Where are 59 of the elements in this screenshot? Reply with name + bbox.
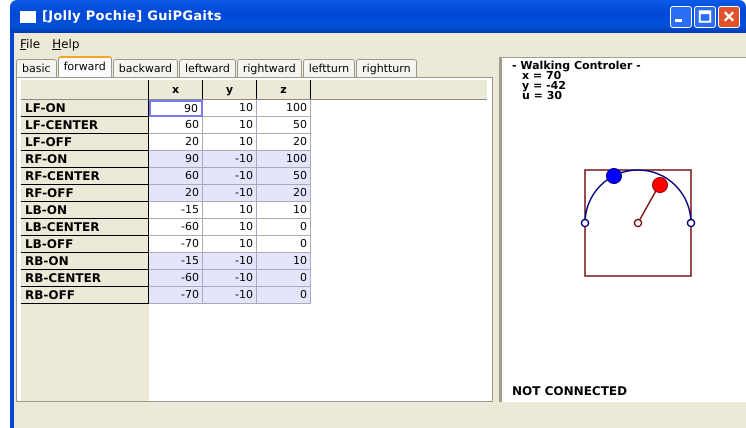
column-header: z xyxy=(257,80,311,99)
maximize-button[interactable] xyxy=(694,6,716,28)
table-cell[interactable]: 10 xyxy=(203,117,257,134)
table-cell[interactable]: -70 xyxy=(149,236,203,253)
table-cell[interactable]: -15 xyxy=(149,202,203,219)
table-cell[interactable]: 90 xyxy=(149,100,203,117)
table-cell[interactable]: 0 xyxy=(257,219,311,236)
tab[interactable]: forward xyxy=(58,56,112,77)
table-cell[interactable]: 0 xyxy=(257,287,311,304)
table-cell[interactable]: 10 xyxy=(203,236,257,253)
tab[interactable]: leftturn xyxy=(302,59,356,77)
tab[interactable]: leftward xyxy=(178,59,236,77)
table-cell[interactable]: 20 xyxy=(257,134,311,151)
table-cell[interactable]: 10 xyxy=(257,253,311,270)
menu-item[interactable]: File xyxy=(20,36,40,50)
minimize-icon xyxy=(675,19,682,22)
window-title: [Jolly Pochie] GuiPGaits xyxy=(42,9,223,24)
table-cell[interactable]: 0 xyxy=(257,270,311,287)
table-cell[interactable]: 50 xyxy=(257,168,311,185)
reading: u = 30 xyxy=(521,91,564,101)
tab[interactable]: rightturn xyxy=(356,59,417,77)
table-cell[interactable]: -10 xyxy=(203,287,257,304)
window-icon xyxy=(20,10,36,22)
table-cell[interactable]: 10 xyxy=(203,202,257,219)
table-cell[interactable]: -60 xyxy=(149,270,203,287)
controller-title: - Walking Controler - xyxy=(512,61,642,71)
table-cell[interactable]: -10 xyxy=(203,253,257,270)
table-cell[interactable]: 0 xyxy=(257,236,311,253)
close-button[interactable] xyxy=(718,6,740,28)
table-cell[interactable]: 10 xyxy=(203,134,257,151)
table-cell[interactable]: -15 xyxy=(149,253,203,270)
table-cell[interactable]: -60 xyxy=(149,219,203,236)
column-header: x xyxy=(149,80,203,99)
table-cell[interactable]: 50 xyxy=(257,117,311,134)
table-cell[interactable]: 100 xyxy=(257,151,311,168)
reading: y = -42 xyxy=(521,81,567,91)
table-cell[interactable]: 20 xyxy=(257,185,311,202)
table-cell[interactable]: -10 xyxy=(203,168,257,185)
connection-status: NOT CONNECTED xyxy=(512,384,628,398)
table-cell[interactable]: -10 xyxy=(203,185,257,202)
menu-item[interactable]: Help xyxy=(52,36,80,50)
table-cell[interactable]: -70 xyxy=(149,287,203,304)
minimize-button[interactable] xyxy=(670,6,692,28)
table-cell[interactable]: 60 xyxy=(149,168,203,185)
tab[interactable]: basic xyxy=(16,59,57,77)
table-cell[interactable]: -10 xyxy=(203,270,257,287)
table-cell[interactable]: 60 xyxy=(149,117,203,134)
table-cell[interactable]: 20 xyxy=(149,185,203,202)
reading: x = 70 xyxy=(522,71,562,81)
table-cell[interactable]: -10 xyxy=(203,151,257,168)
tab[interactable]: rightward xyxy=(236,59,302,77)
table-cell[interactable]: 20 xyxy=(149,134,203,151)
tab[interactable]: backward xyxy=(112,59,178,77)
table-cell[interactable]: 10 xyxy=(257,202,311,219)
column-header: y xyxy=(203,80,257,99)
table-cell[interactable]: 10 xyxy=(203,100,257,117)
table-cell[interactable]: 90 xyxy=(149,151,203,168)
table-cell[interactable]: 10 xyxy=(203,219,257,236)
table-cell[interactable]: 100 xyxy=(257,100,311,117)
